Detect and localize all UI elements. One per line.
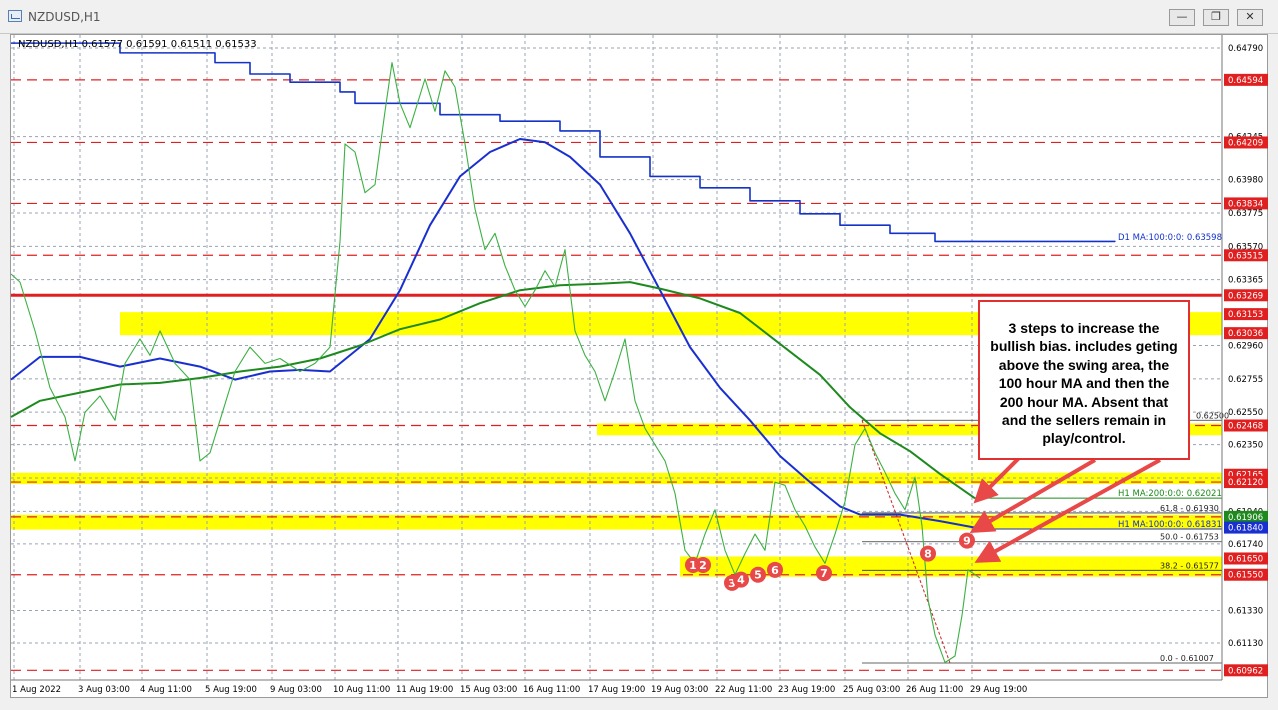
time-axis-tick: 17 Aug 19:00 — [588, 685, 645, 695]
price-axis-tick: 0.64790 — [1228, 44, 1263, 54]
price-axis-tick: 0.61330 — [1228, 606, 1263, 616]
price-label: 0.63153 — [1228, 310, 1263, 320]
fib-level-label: 61.8 - 0.61930 — [1160, 504, 1219, 513]
time-axis-tick: 3 Aug 03:00 — [78, 685, 130, 695]
swing-marker-label: 9 — [963, 535, 971, 548]
price-label: 0.61550 — [1228, 571, 1263, 581]
time-axis-tick: 10 Aug 11:00 — [333, 685, 390, 695]
time-axis-tick: 5 Aug 19:00 — [205, 685, 257, 695]
time-axis-tick: 15 Aug 03:00 — [460, 685, 517, 695]
time-axis-tick: 9 Aug 03:00 — [270, 685, 322, 695]
price-label: 0.64209 — [1228, 138, 1263, 148]
time-axis-tick: 25 Aug 03:00 — [843, 685, 900, 695]
swing-marker-label: 6 — [771, 564, 779, 577]
price-axis-tick: 0.63775 — [1228, 209, 1263, 219]
price-label: 0.62468 — [1228, 421, 1263, 431]
ma-label: D1 MA:100:0:0: 0.63598 — [1118, 233, 1222, 243]
chart-info-text: NZDUSD,H1 0.61577 0.61591 0.61511 0.6153… — [18, 39, 257, 50]
price-label: 0.61906 — [1228, 513, 1263, 523]
price-axis-tick: 0.62550 — [1228, 408, 1263, 418]
time-axis-tick: 4 Aug 11:00 — [140, 685, 192, 695]
fib-level-label: 38.2 - 0.61577 — [1160, 561, 1219, 570]
analysis-callout-text: 3 steps to increase the bullish bias. in… — [990, 320, 1178, 447]
swing-marker-label: 4 — [737, 574, 745, 587]
fib-level-label: 0.62500 — [1196, 411, 1229, 420]
price-label: 0.60962 — [1228, 666, 1263, 676]
time-axis-tick: 16 Aug 11:00 — [523, 685, 580, 695]
time-axis-tick: 1 Aug 2022 — [12, 685, 61, 695]
analysis-callout: 3 steps to increase the bullish bias. in… — [978, 300, 1190, 460]
fib-level-label: 0.0 - 0.61007 — [1160, 654, 1214, 663]
price-label: 0.62120 — [1228, 478, 1263, 488]
price-axis-tick: 0.62755 — [1228, 375, 1263, 385]
swing-marker-label: 5 — [754, 569, 762, 582]
fib-level-label: 50.0 - 0.61753 — [1160, 533, 1219, 542]
price-label: 0.63269 — [1228, 291, 1263, 301]
time-axis-tick: 19 Aug 03:00 — [651, 685, 708, 695]
swing-marker-label: 2 — [699, 559, 707, 572]
price-label: 0.64594 — [1228, 76, 1263, 86]
time-axis-tick: 22 Aug 11:00 — [715, 685, 772, 695]
time-axis-tick: 29 Aug 19:00 — [970, 685, 1027, 695]
price-axis-tick: 0.63980 — [1228, 176, 1263, 186]
price-label: 0.61650 — [1228, 554, 1263, 564]
price-label: 0.63834 — [1228, 199, 1263, 209]
price-label: 0.63036 — [1228, 329, 1263, 339]
price-label: 0.61840 — [1228, 524, 1263, 534]
time-axis-tick: 23 Aug 19:00 — [778, 685, 835, 695]
price-axis-tick: 0.62350 — [1228, 441, 1263, 451]
time-axis-tick: 26 Aug 11:00 — [906, 685, 963, 695]
price-axis-tick: 0.61740 — [1228, 540, 1263, 550]
swing-marker-label: 7 — [820, 567, 828, 580]
price-axis-tick: 0.62960 — [1228, 342, 1263, 352]
price-axis-tick: 0.61130 — [1228, 639, 1263, 649]
price-label: 0.63515 — [1228, 251, 1263, 261]
swing-marker-label: 8 — [924, 548, 932, 561]
time-axis-tick: 11 Aug 19:00 — [396, 685, 453, 695]
price-axis-tick: 0.63365 — [1228, 276, 1263, 286]
